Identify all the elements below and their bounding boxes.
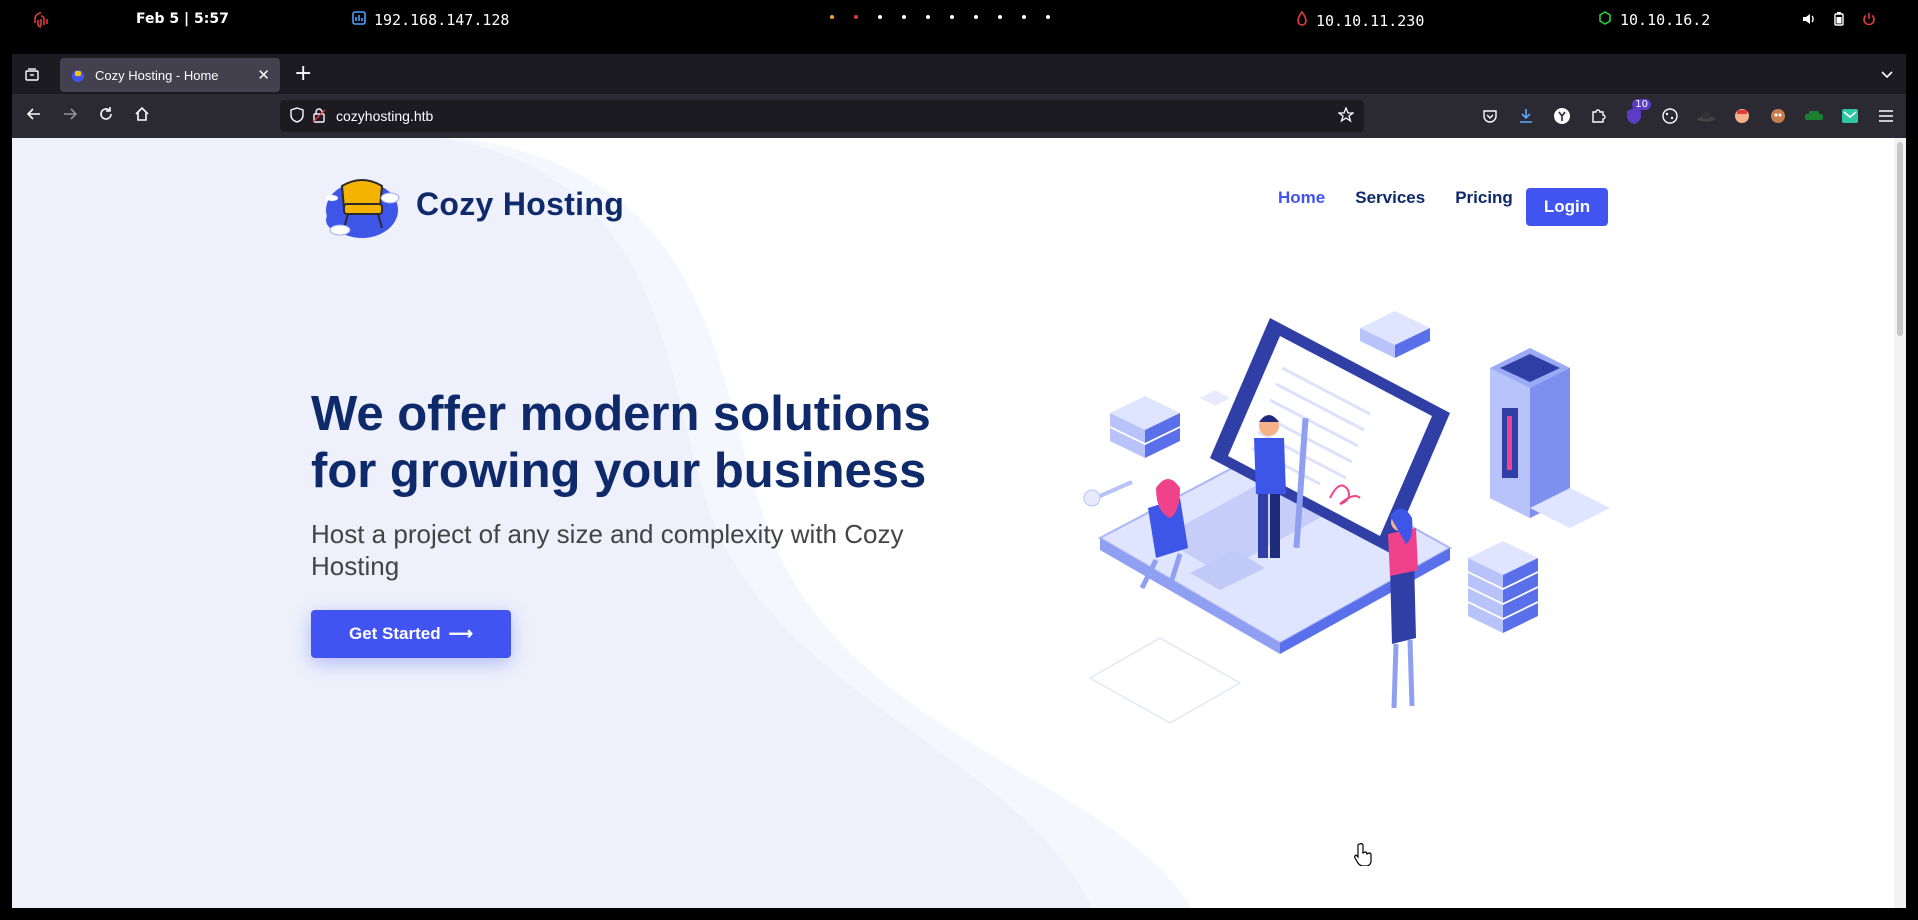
hero-illustration <box>1083 311 1610 724</box>
page-viewport: Cozy Hosting Home Services Pricing Login… <box>12 138 1906 908</box>
brand-logo[interactable]: Cozy Hosting <box>318 168 624 240</box>
network-icon <box>352 11 366 29</box>
arrow-right-icon: ⟶ <box>448 624 473 643</box>
ublock-icon[interactable]: 10 <box>1624 99 1651 126</box>
workspace-9[interactable] <box>1012 15 1036 19</box>
workspace-7[interactable] <box>964 15 988 19</box>
yandex-icon[interactable] <box>1552 106 1572 126</box>
cozy-chair-logo-icon <box>326 179 400 238</box>
address-bar[interactable]: cozyhosting.htb <box>280 100 1364 132</box>
get-started-button[interactable]: Get Started ⟶ <box>311 610 511 658</box>
pocket-icon[interactable] <box>1480 106 1500 126</box>
navigation-toolbar: cozyhosting.htb 10 <box>12 94 1906 138</box>
site-navigation: Home Services Pricing <box>1278 188 1513 208</box>
vpn-ip: 10.10.11.230 <box>1296 10 1425 31</box>
workspace-2[interactable] <box>844 15 868 19</box>
nav-services-link[interactable]: Services <box>1355 188 1425 208</box>
workspace-3[interactable] <box>868 15 892 19</box>
workspace-10[interactable] <box>1036 15 1060 19</box>
reload-icon[interactable] <box>98 106 114 126</box>
star-icon[interactable] <box>1337 105 1355 126</box>
workspace-5[interactable] <box>916 15 940 19</box>
local-ip-text: 192.168.147.128 <box>374 11 510 29</box>
vpn-ip-text: 10.10.11.230 <box>1316 12 1425 30</box>
tab-list-icon[interactable] <box>24 66 40 86</box>
hat-icon[interactable] <box>1696 106 1716 126</box>
forward-icon[interactable] <box>62 106 78 126</box>
target-ip: 10.10.16.2 <box>1598 11 1710 29</box>
chevron-down-icon[interactable] <box>1880 66 1894 85</box>
workspace-1[interactable] <box>820 15 844 19</box>
car-icon[interactable] <box>1804 106 1824 126</box>
mouse-pointer-hand-icon <box>1354 843 1372 866</box>
foxyproxy-icon[interactable] <box>1768 106 1788 126</box>
clock: Feb 5 | 5:57 <box>136 11 229 27</box>
tab-strip: Cozy Hosting - Home ✕ + <box>12 54 1906 94</box>
login-button[interactable]: Login <box>1526 188 1608 226</box>
tab-title: Cozy Hosting - Home <box>95 67 219 83</box>
get-started-label: Get Started <box>348 624 441 643</box>
local-ip: 192.168.147.128 <box>352 11 509 29</box>
mail-icon[interactable] <box>1840 106 1860 126</box>
fingerprint-icon[interactable] <box>34 12 48 30</box>
target-ip-text: 10.10.16.2 <box>1620 11 1711 29</box>
cookie-icon[interactable] <box>1660 106 1680 126</box>
power-icon[interactable] <box>1862 12 1876 30</box>
shield-icon[interactable] <box>290 106 304 126</box>
extensions-toolbar: 10 <box>1480 99 1896 126</box>
download-icon[interactable] <box>1516 106 1536 126</box>
site-favicon-icon <box>72 70 84 82</box>
puzzle-extensions-icon[interactable] <box>1588 106 1608 126</box>
brand-name: Cozy Hosting <box>416 185 625 222</box>
page-scrollbar[interactable] <box>1894 138 1906 908</box>
workspace-8[interactable] <box>988 15 1012 19</box>
back-icon[interactable] <box>26 106 42 126</box>
target-icon <box>1598 11 1612 29</box>
extension-badge: 10 <box>1632 99 1651 110</box>
menu-hamburger-icon[interactable] <box>1876 106 1896 126</box>
desktop-top-bar: Feb 5 | 5:57 192.168.147.128 10.10.11.23… <box>0 0 1918 42</box>
tab-cozy-hosting[interactable]: Cozy Hosting - Home ✕ <box>60 58 280 92</box>
close-tab-icon[interactable]: ✕ <box>257 66 270 84</box>
hero-title: We offer modern solutions for growing yo… <box>311 387 931 498</box>
workspace-6[interactable] <box>940 15 964 19</box>
system-tray <box>1802 12 1876 30</box>
battery-icon[interactable] <box>1834 12 1844 30</box>
home-icon[interactable] <box>134 106 150 126</box>
lock-icon[interactable] <box>312 107 326 126</box>
wappalyzer-icon[interactable] <box>1732 106 1752 126</box>
volume-icon[interactable] <box>1802 12 1816 30</box>
vpn-icon <box>1296 10 1308 31</box>
url-text: cozyhosting.htb <box>336 108 434 124</box>
nav-pricing-link[interactable]: Pricing <box>1455 188 1513 208</box>
workspace-dots[interactable] <box>820 15 1060 19</box>
new-tab-icon[interactable]: + <box>294 61 312 86</box>
browser-window: Cozy Hosting - Home ✕ + cozyhosting.htb … <box>12 54 1906 138</box>
hero-subtitle: Host a project of any size and complexit… <box>311 519 904 581</box>
nav-home-link[interactable]: Home <box>1278 188 1325 208</box>
scrollbar-thumb[interactable] <box>1897 142 1903 336</box>
workspace-4[interactable] <box>892 15 916 19</box>
